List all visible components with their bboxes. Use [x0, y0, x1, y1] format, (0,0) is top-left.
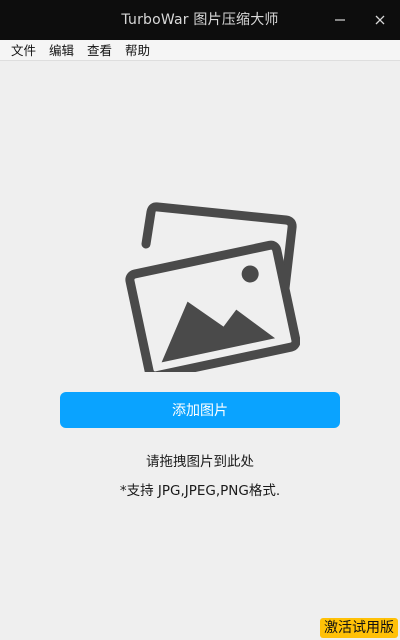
- close-button[interactable]: [360, 0, 400, 40]
- close-icon: [375, 15, 385, 25]
- activate-trial-button[interactable]: 激活试用版: [320, 618, 398, 638]
- add-image-button[interactable]: 添加图片: [60, 392, 340, 428]
- menu-bar: 文件 编辑 查看 帮助: [0, 40, 400, 61]
- menu-file[interactable]: 文件: [4, 40, 42, 61]
- menu-help[interactable]: 帮助: [118, 40, 156, 61]
- drag-drop-hint: 请拖拽图片到此处: [146, 454, 254, 470]
- menu-edit[interactable]: 编辑: [42, 40, 80, 61]
- title-bar: TurboWar 图片压缩大师: [0, 0, 400, 40]
- image-stack-icon: [125, 202, 300, 372]
- minimize-button[interactable]: [320, 0, 360, 40]
- minimize-icon: [335, 19, 345, 21]
- supported-formats-hint: *支持 JPG,JPEG,PNG格式.: [119, 483, 281, 499]
- menu-view[interactable]: 查看: [80, 40, 118, 61]
